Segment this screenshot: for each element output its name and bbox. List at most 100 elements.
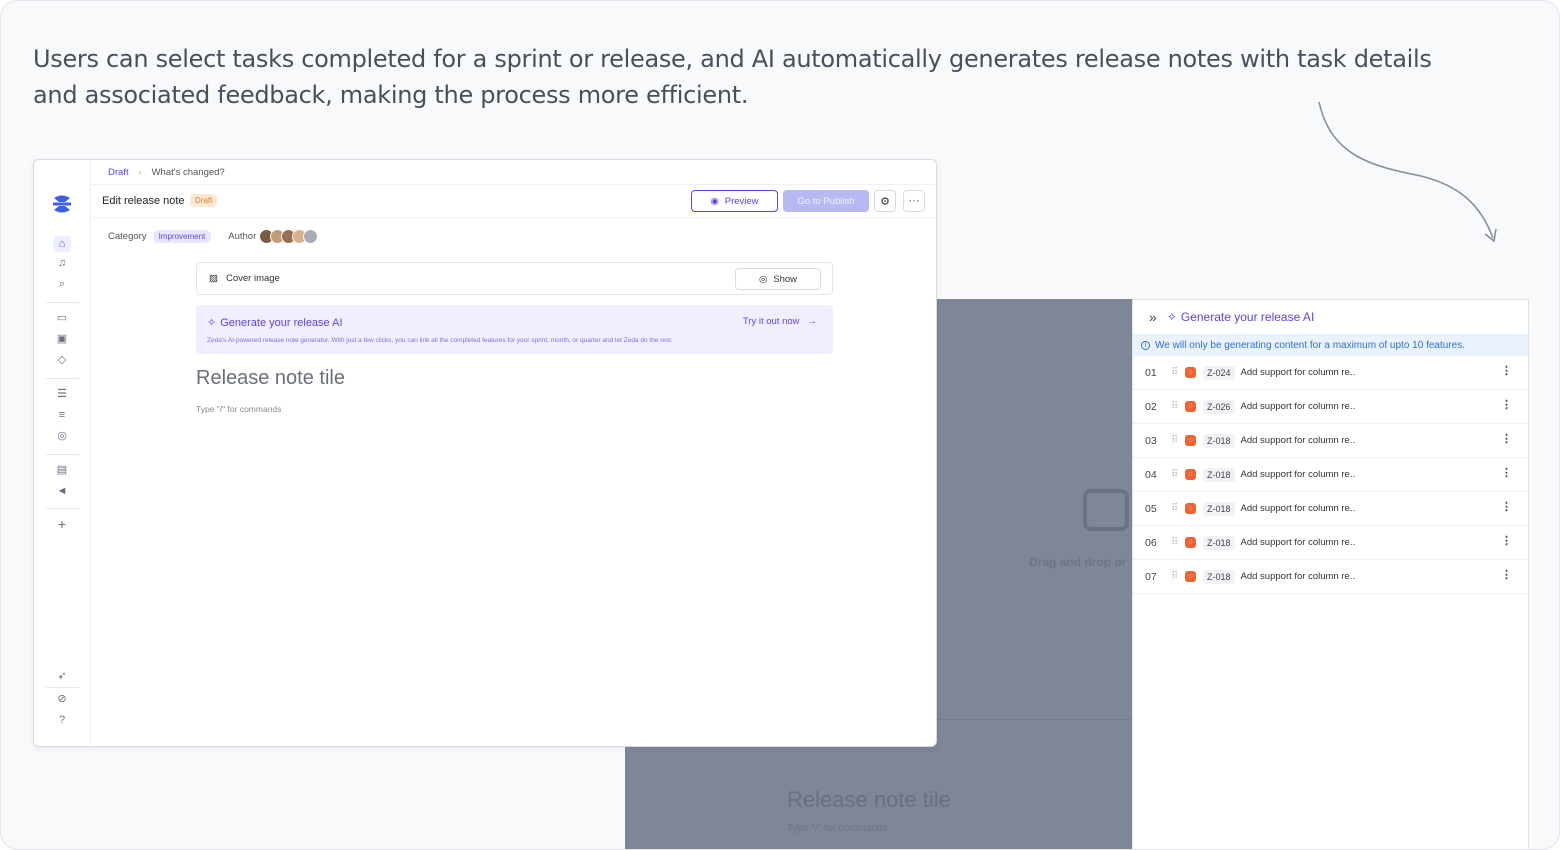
category-badge[interactable]: Improvement: [152, 229, 212, 243]
source-app-icon: ◌: [1185, 469, 1196, 480]
roadmap-icon[interactable]: ≡: [56, 409, 68, 421]
eye-icon: ◉: [710, 195, 719, 207]
chevron-right-icon: ›: [138, 167, 142, 177]
docs-icon[interactable]: ▤: [56, 464, 68, 476]
author-avatars[interactable]: [259, 228, 319, 244]
source-app-icon: ◌: [1185, 367, 1196, 378]
task-row[interactable]: 05 ⠿ ◌ Z-018 Add support for column re.. ⋮: [1133, 492, 1528, 526]
info-icon: i: [1141, 340, 1150, 350]
add-icon[interactable]: +: [56, 517, 68, 531]
author-label: Author: [228, 230, 257, 242]
image-placeholder-icon: [1083, 489, 1129, 531]
task-key: Z-018: [1203, 433, 1235, 448]
task-number: 07: [1145, 570, 1157, 583]
ai-generate-panel: » ✧ Generate your release AI i We will o…: [1132, 299, 1529, 849]
try-it-now-link[interactable]: Try it out now →: [743, 316, 817, 327]
task-number: 03: [1145, 434, 1157, 447]
feedback-icon[interactable]: ▭: [56, 312, 68, 324]
task-key: Z-018: [1203, 569, 1235, 584]
rocket-icon[interactable]: ➶: [56, 670, 68, 682]
ai-panel-title: ✧ Generate your release AI: [1166, 310, 1315, 324]
task-row[interactable]: 06 ⠿ ◌ Z-018 Add support for column re.. ⋮: [1133, 526, 1528, 560]
showcase-frame: Users can select tasks completed for a s…: [0, 0, 1560, 850]
compass-icon[interactable]: ⊘: [56, 693, 68, 705]
drag-handle-icon[interactable]: ⠿: [1171, 401, 1185, 412]
backlog-icon[interactable]: ☰: [56, 388, 68, 400]
source-app-icon: ◌: [1185, 503, 1196, 514]
publish-button[interactable]: Go to Publish: [783, 190, 869, 212]
source-app-icon: ◌: [1185, 537, 1196, 548]
status-badge: Draft: [190, 194, 218, 207]
source-app-icon: ◌: [1185, 571, 1196, 582]
kebab-menu-icon[interactable]: ⋮: [1501, 365, 1512, 377]
task-key: Z-026: [1203, 399, 1235, 414]
task-row[interactable]: 01 ⠿ ◌ Z-024 Add support for column re.. ⋮: [1133, 356, 1528, 390]
image-icon: ▨: [209, 273, 218, 284]
drag-handle-icon[interactable]: ⠿: [1171, 537, 1185, 548]
ai-panel-header: » ✧ Generate your release AI: [1133, 300, 1528, 334]
kebab-menu-icon[interactable]: ⋮: [1501, 433, 1512, 445]
ideas-icon[interactable]: ◇: [56, 354, 68, 366]
goals-icon[interactable]: ◎: [56, 430, 68, 442]
kebab-menu-icon[interactable]: ⋮: [1501, 569, 1512, 581]
task-title: Add support for column re..: [1240, 435, 1356, 446]
drag-handle-icon[interactable]: ⠿: [1171, 367, 1185, 378]
kebab-menu-icon[interactable]: ⋮: [1501, 501, 1512, 513]
task-title: Add support for column re..: [1240, 367, 1356, 378]
preview-button[interactable]: ◉ Preview: [691, 190, 778, 212]
command-hint: Type "/" for commands: [196, 404, 282, 414]
release-note-editor: ⌂ ♫ ⌕ ▭ ▣ ◇ ☰ ≡ ◎ ▤ ◄ + ➶ ⊘ ? Draft › Wh…: [33, 159, 937, 747]
breadcrumb-draft[interactable]: Draft: [108, 167, 129, 178]
search-icon[interactable]: ⌕: [56, 278, 68, 290]
task-row[interactable]: 04 ⠿ ◌ Z-018 Add support for column re.. ⋮: [1133, 458, 1528, 492]
breadcrumb-current: What's changed?: [151, 166, 225, 178]
avatar: [303, 228, 319, 244]
sparkle-icon: ✧: [207, 317, 217, 329]
task-title: Add support for column re..: [1240, 469, 1356, 480]
bell-icon[interactable]: ♫: [56, 257, 68, 269]
home-icon[interactable]: ⌂: [53, 236, 71, 252]
cover-image-bar: ▨ Cover image ◎ Show: [196, 262, 833, 295]
task-key: Z-018: [1203, 467, 1235, 482]
task-row[interactable]: 07 ⠿ ◌ Z-018 Add support for column re.. ⋮: [1133, 560, 1528, 594]
cover-image-label: Cover image: [225, 273, 280, 284]
task-title: Add support for column re..: [1240, 401, 1356, 412]
kebab-menu-icon[interactable]: ⋮: [1501, 535, 1512, 547]
sparkle-icon: ✧: [1166, 310, 1177, 324]
ai-banner-title: Generate your release AI: [220, 316, 343, 329]
ai-info-banner: i We will only be generating content for…: [1133, 334, 1528, 356]
settings-icon[interactable]: ⚙: [874, 190, 896, 212]
task-key: Z-018: [1203, 501, 1235, 516]
more-options-icon[interactable]: ···: [903, 190, 925, 212]
task-key: Z-018: [1203, 535, 1235, 550]
drag-handle-icon[interactable]: ⠿: [1171, 469, 1185, 480]
release-title-input[interactable]: Release note tile: [196, 367, 345, 390]
eye-icon: ◎: [758, 273, 768, 285]
drag-handle-icon[interactable]: ⠿: [1171, 435, 1185, 446]
task-title: Add support for column re..: [1240, 571, 1356, 582]
task-number: 05: [1145, 502, 1157, 515]
show-cover-button[interactable]: ◎ Show: [735, 268, 821, 290]
announce-icon[interactable]: ◄: [56, 485, 68, 497]
drag-handle-icon[interactable]: ⠿: [1171, 571, 1185, 582]
category-label: Category: [108, 230, 147, 242]
release-meta: Category Improvement Author: [108, 226, 319, 246]
kebab-menu-icon[interactable]: ⋮: [1501, 399, 1512, 411]
task-row[interactable]: 02 ⠿ ◌ Z-026 Add support for column re.. ⋮: [1133, 390, 1528, 424]
sidebar-divider: [46, 687, 79, 688]
breadcrumb: Draft › What's changed?: [91, 160, 936, 185]
task-number: 01: [1145, 366, 1157, 379]
sidebar-divider: [46, 302, 79, 303]
collapse-panel-icon[interactable]: »: [1149, 309, 1157, 325]
task-row[interactable]: 03 ⠿ ◌ Z-018 Add support for column re.. ⋮: [1133, 424, 1528, 458]
task-list: 01 ⠿ ◌ Z-024 Add support for column re.. ⋮ 02 ⠿…: [1133, 356, 1528, 594]
task-number: 06: [1145, 536, 1157, 549]
kebab-menu-icon[interactable]: ⋮: [1501, 467, 1512, 479]
ai-info-text: We will only be generating content for a…: [1155, 339, 1465, 351]
contacts-icon[interactable]: ▣: [56, 333, 68, 345]
drag-handle-icon[interactable]: ⠿: [1171, 503, 1185, 514]
ghost-command-hint: Type "/" for commands: [787, 823, 888, 834]
task-number: 02: [1145, 400, 1157, 413]
help-icon[interactable]: ?: [56, 714, 68, 726]
curved-arrow-icon: [1318, 101, 1497, 243]
